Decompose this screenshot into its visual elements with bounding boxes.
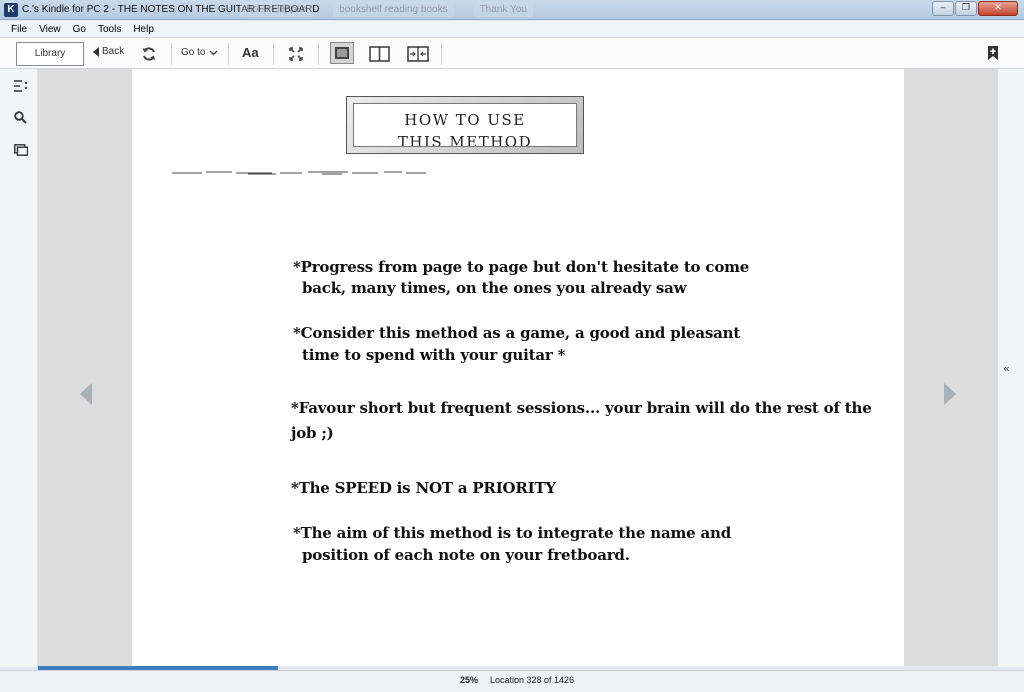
table-of-contents-icon[interactable] (14, 80, 28, 92)
chapter-banner: HOW TO USE THIS METHOD (346, 96, 584, 154)
goto-label: Go to (181, 47, 206, 58)
chevron-right-icon[interactable] (944, 383, 956, 405)
menu-tools[interactable]: Tools (93, 24, 126, 35)
paragraph-line: *The aim of this method is to integrate … (293, 524, 732, 542)
fit-width-layout-icon[interactable] (407, 46, 429, 62)
kindle-app-icon: K (4, 3, 18, 17)
paragraph-line: back, many times, on the ones you alread… (302, 279, 687, 297)
left-sidebar (0, 69, 38, 667)
location-indicator: Location 328 of 1426 (490, 675, 575, 685)
close-button[interactable]: ✕ (978, 1, 1018, 16)
paragraph-line: job ;) (291, 424, 334, 442)
chevron-down-icon (209, 50, 218, 55)
collapse-panel-button[interactable]: « (1003, 362, 1010, 375)
background-tab: Thank You (473, 2, 533, 17)
chevron-left-icon[interactable] (80, 383, 92, 405)
minimize-button[interactable]: ‒ (932, 1, 954, 16)
two-column-layout-icon[interactable] (369, 46, 390, 62)
menu-bar: File View Go Tools Help (0, 21, 1024, 37)
decorative-underline (172, 171, 426, 175)
paragraph-line: *Consider this method as a game, a good … (293, 324, 741, 342)
background-taskbar-items: Bol.fr Heppen bookshelf reading books Th… (240, 2, 533, 17)
reading-area: HOW TO USE THIS METHOD *Progress from pa… (38, 69, 998, 667)
library-button[interactable]: Library (16, 42, 84, 66)
paragraph-line: *Progress from page to page but don't he… (293, 258, 750, 276)
toolbar-separator (441, 43, 442, 65)
background-tab: Bol.fr Heppen (240, 2, 314, 17)
toolbar: Library Back Go to Aa (0, 37, 1024, 69)
paragraph-line: position of each note on your fretboard. (302, 546, 630, 564)
paragraph-line: *The SPEED is NOT a PRIORITY (291, 479, 556, 497)
banner-title-line1: HOW TO USE (404, 111, 526, 129)
font-settings-button[interactable]: Aa (242, 45, 259, 60)
banner-frame: HOW TO USE THIS METHOD (353, 103, 577, 147)
menu-file[interactable]: File (6, 24, 32, 35)
back-button[interactable]: Back (93, 46, 124, 57)
paragraph-line: time to spend with your guitar * (302, 346, 566, 364)
search-icon[interactable] (14, 111, 27, 124)
single-page-icon (335, 47, 349, 59)
bookmark-add-icon[interactable] (987, 45, 999, 61)
book-page: HOW TO USE THIS METHOD *Progress from pa… (132, 69, 904, 667)
paragraph-line: *Favour short but frequent sessions... y… (291, 399, 872, 417)
menu-help[interactable]: Help (128, 24, 159, 35)
goto-button[interactable]: Go to (181, 47, 218, 58)
status-bar: 25% Location 328 of 1426 (0, 670, 1024, 692)
toolbar-separator (171, 43, 172, 65)
single-column-layout-button[interactable] (330, 42, 354, 64)
toolbar-separator (318, 43, 319, 65)
menu-go[interactable]: Go (68, 24, 91, 35)
banner-title-line2: THIS METHOD (397, 133, 533, 147)
right-sidebar: « (998, 69, 1024, 667)
back-label: Back (102, 46, 125, 57)
toolbar-separator (273, 43, 274, 65)
restore-button[interactable]: ❐ (955, 1, 977, 16)
back-arrow-icon (93, 46, 99, 57)
window-controls: ‒ ❐ ✕ (932, 1, 1018, 16)
progress-percent: 25% (460, 675, 479, 685)
sync-icon[interactable] (141, 46, 157, 62)
background-tab: bookshelf reading books (333, 2, 454, 17)
menu-view[interactable]: View (34, 24, 66, 35)
toolbar-separator (228, 43, 229, 65)
title-bar: K C.'s Kindle for PC 2 - THE NOTES ON TH… (0, 0, 1024, 20)
flashcards-icon[interactable] (14, 144, 28, 156)
fullscreen-icon[interactable] (288, 46, 304, 62)
